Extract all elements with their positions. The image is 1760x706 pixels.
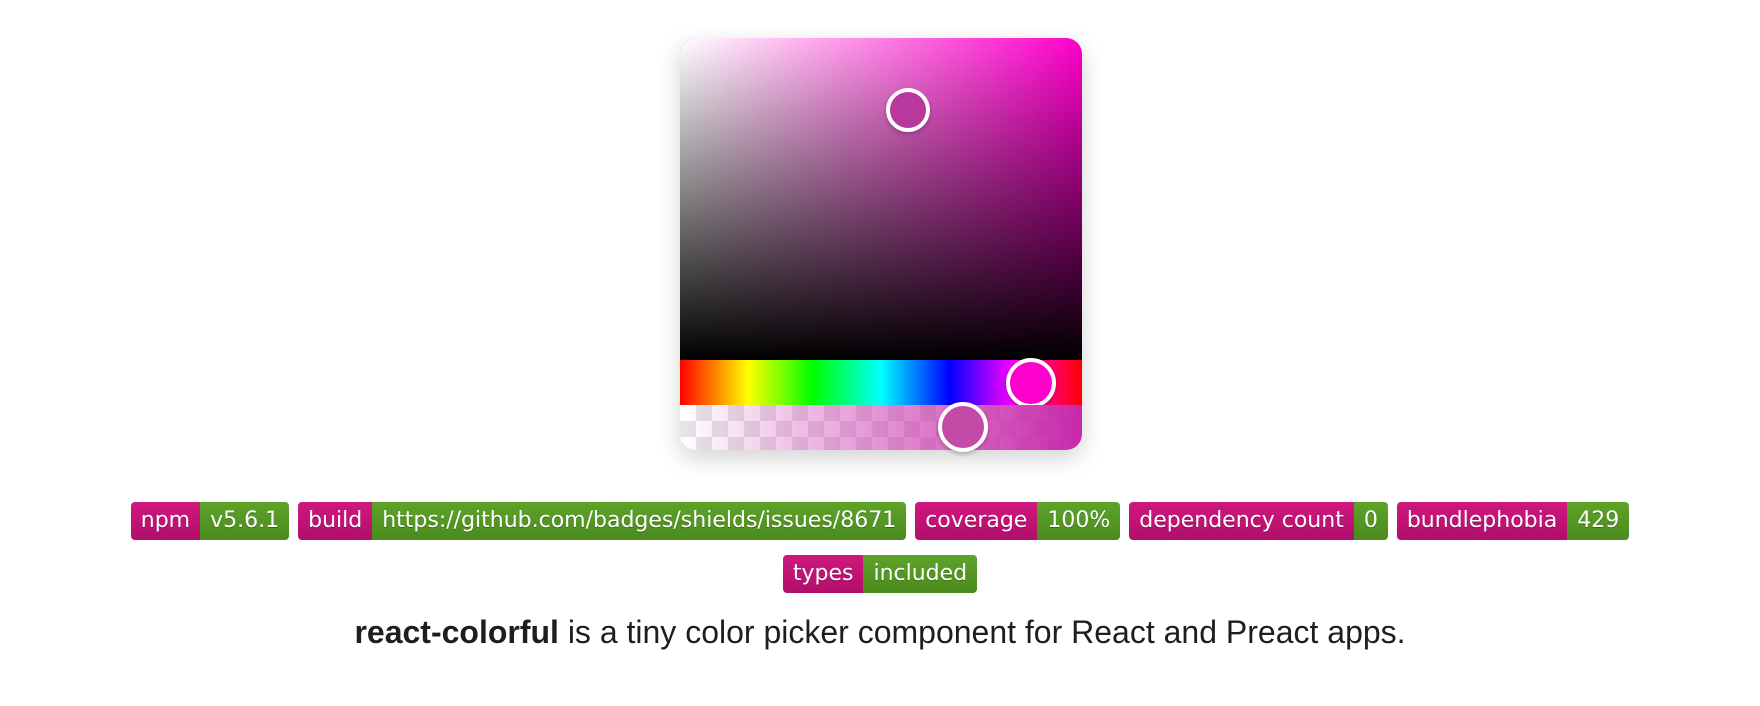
badge-value: https://github.com/badges/shields/issues…	[372, 502, 907, 540]
badge-dependency-count[interactable]: dependency count 0	[1129, 502, 1388, 540]
badge-bundlephobia[interactable]: bundlephobia 429	[1396, 502, 1630, 540]
badge-label: coverage	[915, 502, 1038, 540]
badge-label: bundlephobia	[1396, 502, 1568, 540]
badge-coverage[interactable]: coverage 100%	[915, 502, 1121, 540]
badge-value: included	[863, 555, 978, 593]
description: react-colorful is a tiny color picker co…	[0, 608, 1760, 656]
alpha-pointer[interactable]	[938, 402, 988, 452]
badge-types[interactable]: types included	[782, 555, 978, 593]
library-name: react-colorful	[354, 614, 559, 650]
badge-value: 100%	[1037, 502, 1121, 540]
description-text: is a tiny color picker component for Rea…	[558, 614, 1406, 650]
badge-label: types	[782, 555, 864, 593]
saturation-area[interactable]	[680, 38, 1082, 360]
page: npm v5.6.1 build https://github.com/badg…	[0, 0, 1760, 706]
alpha-gradient	[680, 405, 1082, 450]
badge-value: v5.6.1	[200, 502, 290, 540]
badge-label: build	[298, 502, 373, 540]
alpha-slider[interactable]	[680, 405, 1082, 450]
saturation-pointer[interactable]	[886, 88, 930, 132]
hue-pointer[interactable]	[1006, 358, 1056, 408]
badge-label: dependency count	[1129, 502, 1354, 540]
badge-build[interactable]: build https://github.com/badges/shields/…	[298, 502, 907, 540]
badge-value: 429	[1567, 502, 1630, 540]
saturation-black-gradient	[680, 38, 1082, 360]
badge-label: npm	[130, 502, 201, 540]
badge-row: types included	[0, 555, 1760, 593]
badge-value: 0	[1353, 502, 1388, 540]
badge-npm[interactable]: npm v5.6.1	[130, 502, 290, 540]
color-picker	[680, 38, 1082, 452]
badge-row: npm v5.6.1 build https://github.com/badg…	[0, 502, 1760, 540]
